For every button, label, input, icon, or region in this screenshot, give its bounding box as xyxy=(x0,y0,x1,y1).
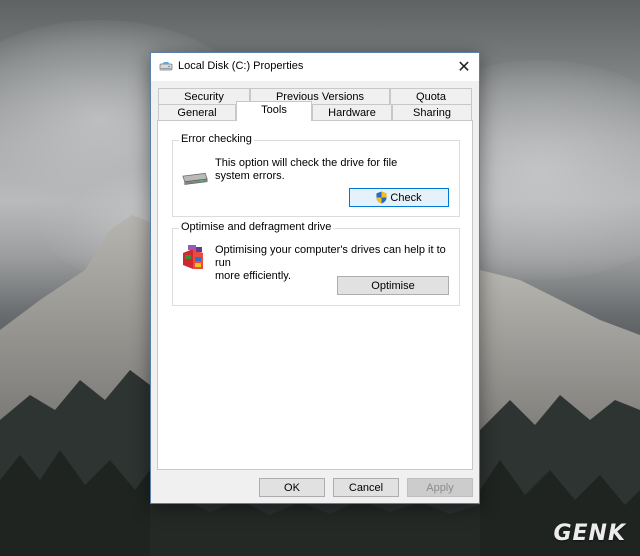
tab-label: Security xyxy=(184,91,224,103)
drive-icon xyxy=(159,62,173,71)
tab-label: Quota xyxy=(416,91,446,103)
check-button-label: Check xyxy=(390,191,422,204)
cancel-button-label: Cancel xyxy=(348,481,384,494)
tab-label: General xyxy=(177,107,217,119)
optimise-button-label: Optimise xyxy=(371,279,415,292)
optimise-group: Optimise and defragment drive Optimising… xyxy=(172,221,460,306)
defrag-icon xyxy=(183,245,203,269)
group-title: Optimise and defragment drive xyxy=(179,221,334,233)
ok-button[interactable]: OK xyxy=(259,478,325,497)
tab-tools[interactable]: Tools xyxy=(236,101,312,121)
properties-dialog: Local Disk (C:) Properties ✕ Security Pr… xyxy=(150,52,480,504)
apply-button-label: Apply xyxy=(426,481,454,494)
cancel-button[interactable]: Cancel xyxy=(333,478,399,497)
close-icon: ✕ xyxy=(457,59,471,76)
group-title: Error checking xyxy=(179,133,254,145)
tab-general[interactable]: General xyxy=(158,104,236,121)
description-line: Optimising your computer's drives can he… xyxy=(215,244,446,269)
error-checking-description: This option will check the drive for fil… xyxy=(215,157,397,183)
check-button[interactable]: Check xyxy=(349,188,449,207)
title-bar[interactable]: Local Disk (C:) Properties ✕ xyxy=(151,53,479,81)
tab-hardware[interactable]: Hardware xyxy=(312,104,392,121)
tab-label: Tools xyxy=(261,104,287,116)
apply-button: Apply xyxy=(407,478,473,497)
hard-drive-icon xyxy=(182,172,208,185)
description-line: This option will check the drive for fil… xyxy=(215,157,398,169)
tab-label: Sharing xyxy=(413,107,451,119)
ok-button-label: OK xyxy=(284,481,300,494)
watermark-logo: GENK xyxy=(553,521,626,546)
uac-shield-icon xyxy=(376,191,387,204)
tab-label: Hardware xyxy=(328,107,376,119)
description-line: system errors. xyxy=(215,170,285,182)
desktop-background: GENK Local Disk (C:) Properties ✕ Securi… xyxy=(0,0,640,556)
error-checking-group: Error checking This option will check th… xyxy=(172,133,460,217)
tools-tab-panel: Error checking This option will check th… xyxy=(157,120,473,470)
tab-sharing[interactable]: Sharing xyxy=(392,104,472,121)
tab-quota[interactable]: Quota xyxy=(390,88,472,105)
optimise-button[interactable]: Optimise xyxy=(337,276,449,295)
window-title: Local Disk (C:) Properties xyxy=(178,60,304,72)
close-button[interactable]: ✕ xyxy=(449,53,479,81)
